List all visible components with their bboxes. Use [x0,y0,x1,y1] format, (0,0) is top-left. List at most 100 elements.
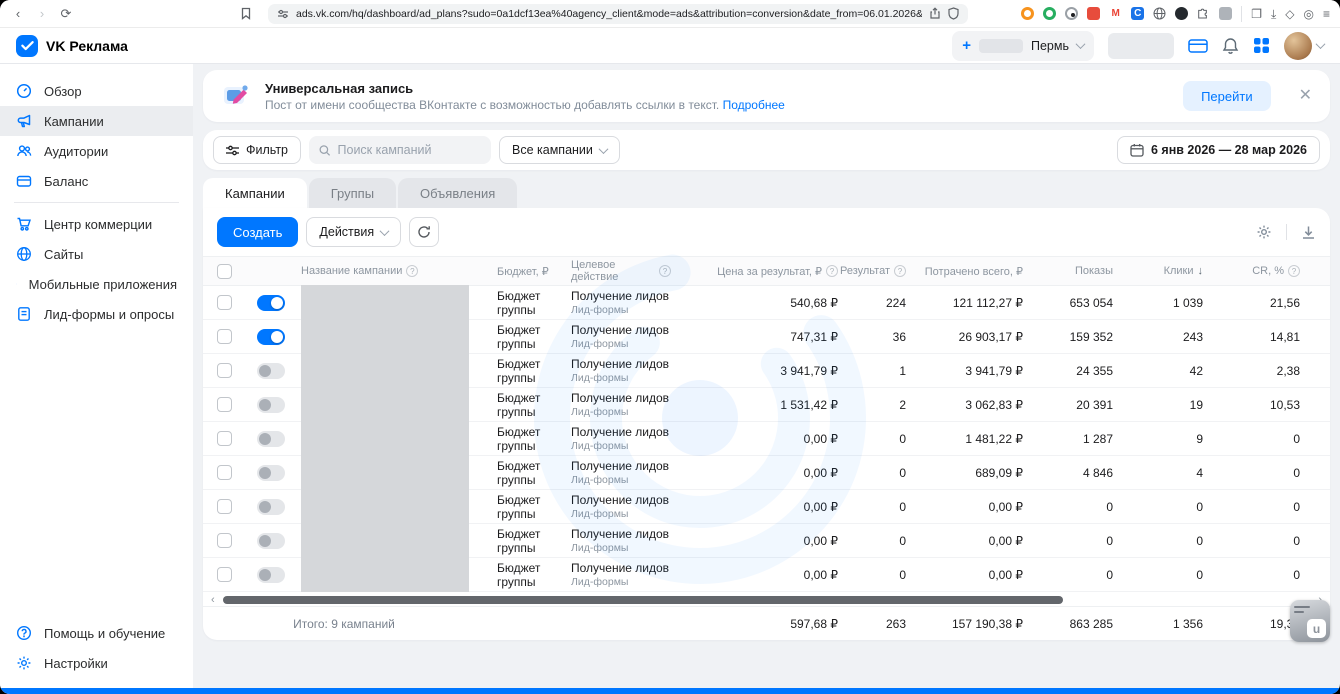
column-header-spent[interactable]: Потрачено всего, ₽ [906,265,1023,278]
select-all-checkbox[interactable] [217,264,232,279]
create-button[interactable]: Создать [217,217,298,247]
row-checkbox[interactable] [217,499,232,514]
sidebar-item-commerce[interactable]: Центр коммерции [0,209,193,239]
sidebar-item-overview[interactable]: Обзор [0,76,193,106]
toggle-knob [259,501,271,513]
row-cpa: 0,00 ₽ [671,568,838,582]
github-icon[interactable] [1175,7,1188,20]
help-icon[interactable]: ? [406,265,418,277]
apps-grid-icon[interactable] [1253,37,1270,54]
url-text[interactable]: ads.vk.com/hq/dashboard/ad_plans?sudo=0a… [296,8,922,20]
shield-icon[interactable] [948,7,959,20]
url-bar[interactable]: ads.vk.com/hq/dashboard/ad_plans?sudo=0a… [268,4,968,24]
sidebar-item-settings[interactable]: Настройки [0,648,193,678]
help-icon[interactable]: ? [826,265,838,277]
avatar[interactable] [1284,32,1312,60]
row-checkbox[interactable] [217,363,232,378]
sidebar-panel-icon[interactable]: ❐ [1251,8,1262,20]
column-header-cr[interactable]: CR, %? [1203,265,1330,277]
filter-button[interactable]: Фильтр [213,136,301,164]
row-checkbox[interactable] [217,465,232,480]
date-range-button[interactable]: 6 янв 2026 — 28 мар 2026 [1117,136,1320,164]
banner-go-button[interactable]: Перейти [1183,81,1271,111]
help-icon[interactable]: ? [1288,265,1300,277]
search-input[interactable] [338,143,481,157]
box-icon[interactable] [1219,7,1232,20]
toggle-knob [259,365,271,377]
help-icon[interactable]: ? [894,265,906,277]
row-checkbox[interactable] [217,567,232,582]
tab-campaigns[interactable]: Кампании [203,178,307,208]
export-download-icon[interactable] [1301,225,1316,240]
tune-icon[interactable] [277,8,289,20]
sidebar-item-sites[interactable]: Сайты [0,239,193,269]
refresh-button[interactable] [409,217,439,247]
plus-icon[interactable]: + [962,38,971,53]
bell-icon[interactable] [1222,37,1239,55]
row-cr: 21,56 [1203,296,1330,310]
column-header-impressions[interactable]: Показы [1023,265,1113,277]
blue-c-icon[interactable]: C [1131,7,1144,20]
scroll-left-icon[interactable]: ‹ [211,595,215,606]
sidebar-item-help[interactable]: Помощь и обучение [0,618,193,648]
share-icon[interactable] [929,7,941,20]
row-toggle[interactable] [257,499,285,515]
row-checkbox[interactable] [217,329,232,344]
search-box[interactable] [309,136,491,164]
column-header-cpa[interactable]: Цена за результат, ₽? [671,265,838,278]
puzzle-icon[interactable] [1197,7,1210,20]
column-header-clicks[interactable]: Клики↓ [1113,265,1203,277]
row-toggle[interactable] [257,533,285,549]
reload-icon[interactable]: ⟳ [58,7,74,20]
orange-ring-icon[interactable] [1021,7,1034,20]
vk-ads-logo[interactable]: VK Реклама [16,35,128,57]
row-toggle[interactable] [257,329,285,345]
scrollbar-thumb[interactable] [223,596,1064,604]
tab-groups[interactable]: Группы [309,178,396,208]
account-selector[interactable]: + Пермь [952,31,1094,61]
row-checkbox[interactable] [217,431,232,446]
row-checkbox[interactable] [217,295,232,310]
wallet-icon[interactable] [1188,38,1208,54]
row-toggle[interactable] [257,431,285,447]
sidebar-item-campaigns[interactable]: Кампании [0,106,193,136]
downloads-tray-icon[interactable]: ⤓ [1271,8,1276,20]
row-toggle[interactable] [257,567,285,583]
sidebar-item-audiences[interactable]: Аудитории [0,136,193,166]
column-header-budget[interactable]: Бюджет, ₽ [471,265,571,278]
actions-button[interactable]: Действия [306,217,401,247]
banner-more-link[interactable]: Подробнее [723,98,785,112]
support-chat-widget[interactable]: u [1290,600,1330,642]
sidebar-item-balance[interactable]: Баланс [0,166,193,196]
chevron-down-icon [598,144,608,154]
row-checkbox[interactable] [217,397,232,412]
row-toggle[interactable] [257,295,285,311]
tab-ads[interactable]: Объявления [398,178,517,208]
table-settings-gear-icon[interactable] [1256,224,1272,240]
column-header-name[interactable]: Название кампании? [301,257,471,285]
row-toggle[interactable] [257,397,285,413]
record-icon[interactable] [1065,7,1078,20]
row-checkbox[interactable] [217,533,232,548]
scrollbar-track[interactable] [221,596,1313,604]
back-icon[interactable]: ‹ [10,7,26,20]
bookmark-icon[interactable] [240,7,252,20]
privacy-shield-icon[interactable]: ◎ [1304,8,1314,20]
menu-icon[interactable]: ≡ [1323,8,1330,20]
row-toggle[interactable] [257,465,285,481]
profile-menu[interactable] [1284,32,1324,60]
sidebar-item-mobile-apps[interactable]: Мобильные приложения [0,269,193,299]
sidebar-item-lead-forms[interactable]: Лид-формы и опросы [0,299,193,329]
pin-icon[interactable]: ◇ [1285,8,1294,20]
red-shield-icon[interactable] [1087,7,1100,20]
row-toggle[interactable] [257,363,285,379]
column-header-results[interactable]: Результат? [838,265,906,277]
forward-icon[interactable]: › [34,7,50,20]
gmail-m-icon[interactable]: M [1109,7,1122,20]
close-icon[interactable]: ✕ [1299,88,1312,104]
green-ring-icon[interactable] [1043,7,1056,20]
column-header-goal[interactable]: Целевое действие? [571,259,671,283]
globe-icon[interactable] [1153,7,1166,20]
campaign-filter-select[interactable]: Все кампании [499,136,620,164]
help-icon[interactable]: ? [659,265,671,277]
